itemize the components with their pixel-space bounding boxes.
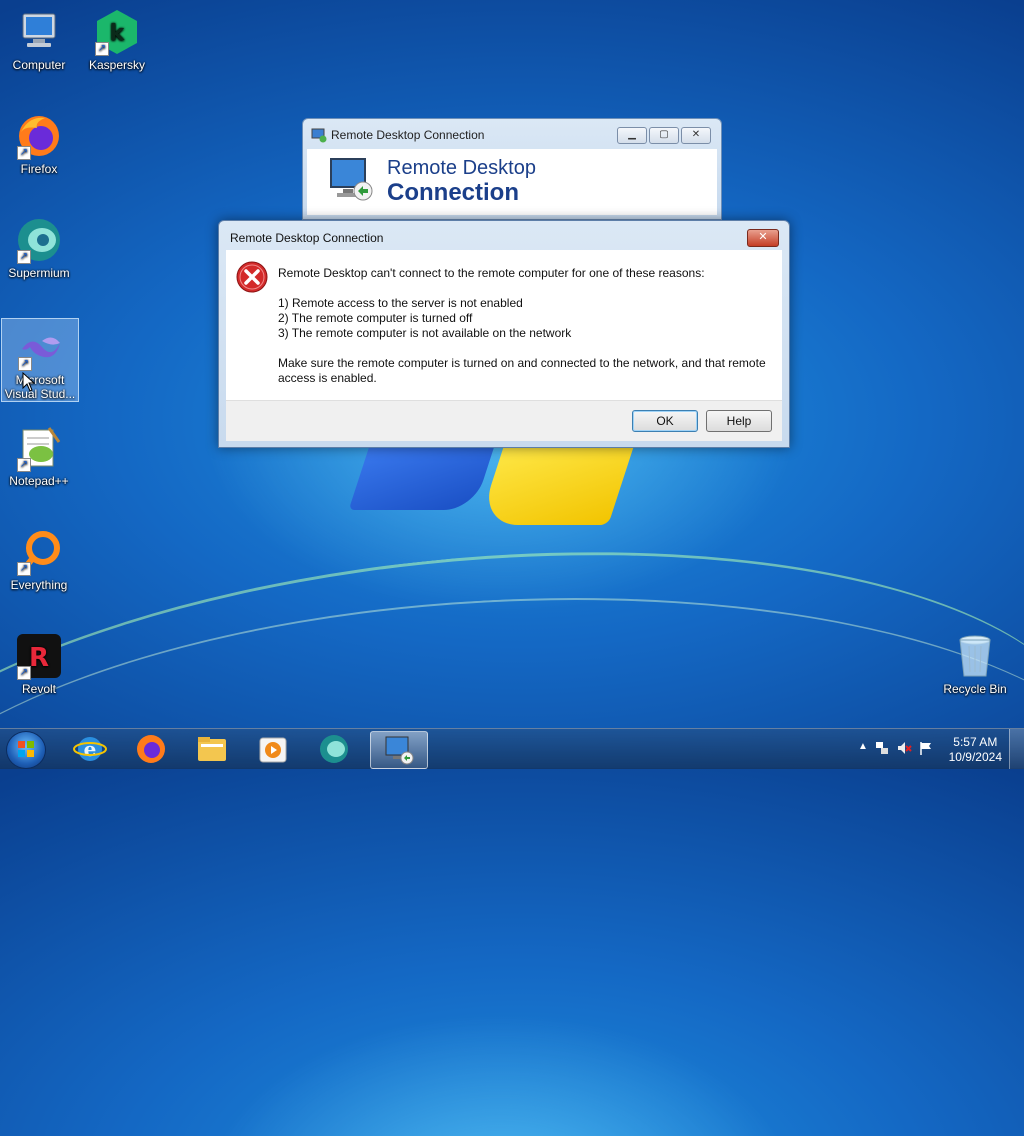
banner-title-line1: Remote Desktop: [387, 157, 536, 179]
everything-icon: ↗: [15, 528, 63, 576]
rdc-small-icon: [311, 127, 327, 146]
mouse-cursor-icon: [22, 371, 36, 395]
shortcut-arrow-icon: ↗: [17, 458, 31, 472]
revolt-icon: R ↗: [15, 632, 63, 680]
dialog-title: Remote Desktop Connection: [230, 231, 384, 245]
system-tray: ▲ 5:57 AM 10/9/2024: [834, 729, 1024, 769]
desktop-icon-computer[interactable]: Computer: [1, 8, 77, 72]
dialog-titlebar[interactable]: Remote Desktop Connection ✕: [219, 221, 789, 249]
shortcut-arrow-icon: ↗: [17, 250, 31, 264]
kaspersky-icon: k ↗: [93, 8, 141, 56]
error-icon: [236, 261, 268, 293]
remote-desktop-window[interactable]: Remote Desktop Connection ▁ ▢ ✕ Remote D…: [302, 118, 722, 220]
message-intro: Remote Desktop can't connect to the remo…: [278, 266, 705, 280]
shortcut-arrow-icon: ↗: [18, 357, 32, 371]
svg-text:e: e: [84, 737, 97, 761]
desktop-icon-recycle-bin[interactable]: Recycle Bin: [937, 632, 1013, 696]
notepadpp-icon: ↗: [15, 424, 63, 472]
desktop-icon-everything[interactable]: ↗ Everything: [1, 528, 77, 592]
ok-button[interactable]: OK: [632, 410, 698, 432]
firefox-icon: [137, 735, 165, 763]
shortcut-arrow-icon: ↗: [95, 42, 109, 56]
folder-icon: [198, 737, 226, 761]
visual-studio-icon: ↗: [16, 323, 64, 371]
media-player-icon: [259, 737, 287, 763]
dialog-close-button[interactable]: ✕: [747, 229, 779, 247]
clock-time: 5:57 AM: [953, 735, 998, 749]
window-title: Remote Desktop Connection: [331, 128, 485, 142]
shortcut-arrow-icon: ↗: [17, 666, 31, 680]
remote-desktop-icon: [327, 155, 377, 208]
dialog-body: Remote Desktop can't connect to the remo…: [226, 250, 782, 400]
close-button[interactable]: ✕: [681, 127, 711, 144]
start-button[interactable]: [6, 731, 46, 769]
show-hidden-icons-icon[interactable]: ▲: [858, 741, 868, 752]
dialog-message: Remote Desktop can't connect to the remo…: [278, 266, 778, 386]
desktop-icon-revolt[interactable]: R ↗ Revolt: [1, 632, 77, 696]
supermium-icon: [320, 735, 348, 763]
error-dialog[interactable]: Remote Desktop Connection ✕ Remote Deskt…: [218, 220, 790, 448]
desktop-icon-supermium[interactable]: ↗ Supermium: [1, 216, 77, 280]
network-icon[interactable]: [874, 740, 890, 759]
volume-muted-icon[interactable]: [896, 740, 912, 759]
desktop-icon-visual-studio[interactable]: ↗ Microsoft Visual Stud...: [1, 318, 79, 402]
desktop-icon-notepadpp[interactable]: ↗ Notepad++: [1, 424, 77, 488]
clock-date: 10/9/2024: [948, 750, 1002, 764]
show-desktop-button[interactable]: [1009, 729, 1024, 769]
taskbar-rdc-button[interactable]: [370, 731, 428, 769]
computer-icon: [15, 8, 63, 56]
taskbar-explorer-button[interactable]: [184, 731, 240, 767]
desktop-icon-kaspersky[interactable]: k ↗ Kaspersky: [79, 8, 155, 72]
taskbar: e ▲ 5:57 AM 10/9/2024: [0, 728, 1024, 769]
reason-item: 3) The remote computer is not available …: [278, 326, 572, 340]
svg-text:R: R: [29, 643, 49, 673]
recycle-bin-icon: [951, 632, 999, 680]
clock[interactable]: 5:57 AM 10/9/2024: [949, 735, 1002, 765]
minimize-button[interactable]: ▁: [617, 127, 647, 144]
reason-item: 2) The remote computer is turned off: [278, 311, 473, 325]
wallpaper-logo-yellow: [478, 440, 636, 525]
rdc-banner: Remote Desktop Connection: [307, 149, 717, 215]
shortcut-arrow-icon: ↗: [17, 146, 31, 160]
taskbar-media-player-button[interactable]: [245, 731, 301, 767]
shortcut-arrow-icon: ↗: [17, 562, 31, 576]
supermium-icon: ↗: [15, 216, 63, 264]
reason-item: 1) Remote access to the server is not en…: [278, 296, 523, 310]
wallpaper-logo-blue: [348, 440, 497, 510]
taskbar-supermium-button[interactable]: [306, 731, 362, 767]
dialog-footer: OK Help: [226, 400, 782, 441]
desktop-icon-firefox[interactable]: ↗ Firefox: [1, 112, 77, 176]
maximize-button[interactable]: ▢: [649, 127, 679, 144]
internet-explorer-icon: e: [73, 737, 107, 761]
taskbar-firefox-button[interactable]: [123, 731, 179, 767]
message-advice: Make sure the remote computer is turned …: [278, 356, 766, 385]
firefox-icon: ↗: [15, 112, 63, 160]
svg-text:k: k: [110, 21, 126, 46]
window-titlebar[interactable]: Remote Desktop Connection ▁ ▢ ✕: [303, 119, 721, 149]
taskbar-ie-button[interactable]: e: [62, 731, 118, 767]
help-button[interactable]: Help: [706, 410, 772, 432]
action-center-flag-icon[interactable]: [918, 740, 934, 759]
banner-title-line2: Connection: [387, 179, 519, 206]
remote-desktop-icon: [385, 736, 414, 765]
windows-logo-icon: [18, 741, 34, 757]
